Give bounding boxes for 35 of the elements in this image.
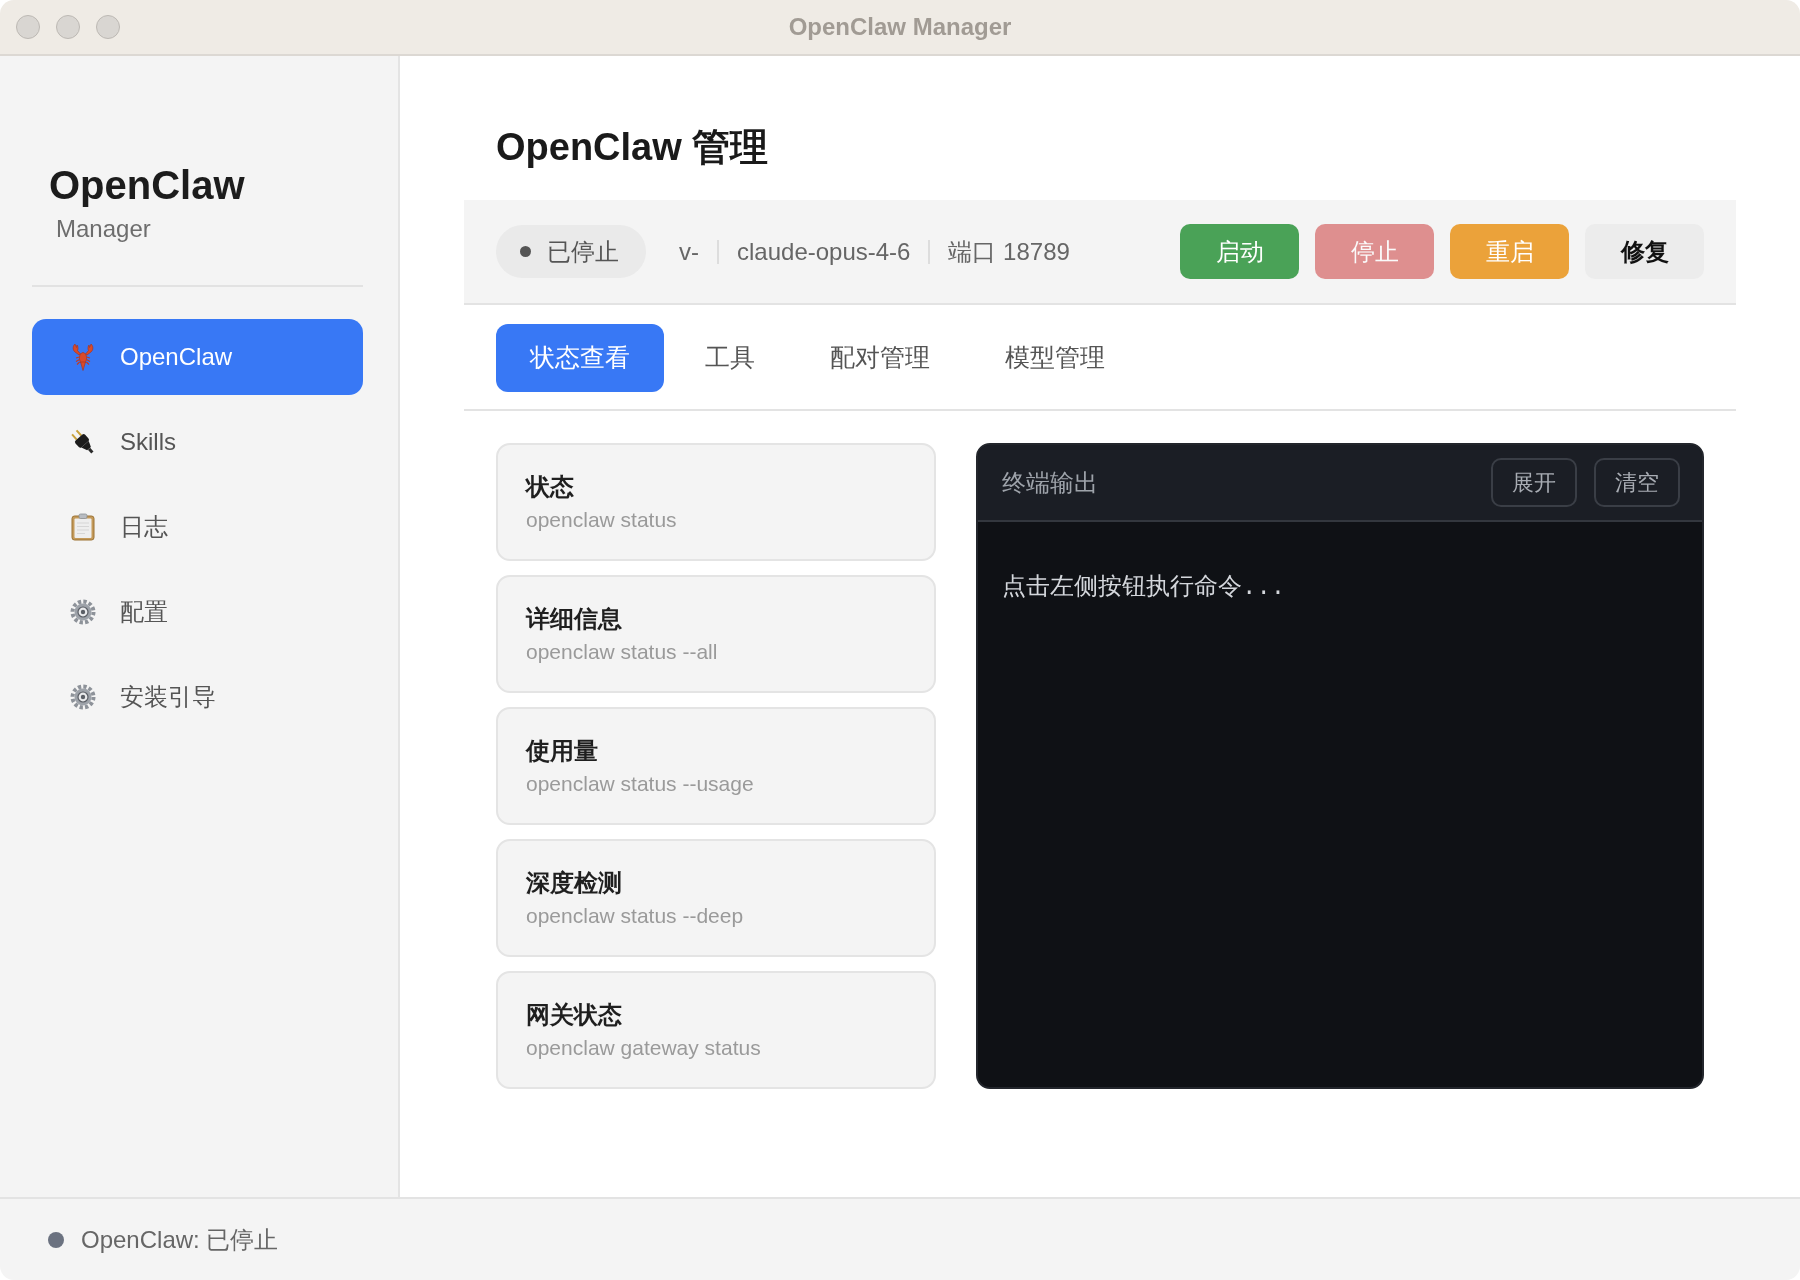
lobster-icon [71, 343, 95, 371]
sidebar-item[interactable]: 日志 [32, 489, 363, 565]
tab[interactable]: 模型管理 [971, 324, 1139, 392]
sidebar-item[interactable]: OpenClaw [32, 319, 363, 395]
command-button[interactable]: 网关状态 openclaw gateway status [496, 971, 936, 1089]
version-text: v- [679, 236, 699, 267]
command-button[interactable]: 详细信息 openclaw status --all [496, 575, 936, 693]
status-bar-text: OpenClaw: 已停止 [81, 1224, 279, 1255]
repair-button[interactable]: 修复 [1585, 224, 1704, 279]
port-text: 端口 18789 [948, 236, 1070, 267]
sidebar-item[interactable]: 配置 [32, 574, 363, 650]
model-text: claude-opus-4-6 [737, 236, 911, 267]
status-text: 已停止 [547, 236, 619, 267]
window-control-button[interactable] [96, 15, 120, 39]
command-button[interactable]: 深度检测 openclaw status --deep [496, 839, 936, 957]
clipboard-icon [71, 513, 95, 541]
clear-button[interactable]: 清空 [1594, 458, 1680, 507]
window-control-button[interactable] [56, 15, 80, 39]
window-title: OpenClaw Manager [788, 12, 1012, 42]
page-title: OpenClaw 管理 [496, 125, 769, 170]
app-logo-title: OpenClaw [48, 162, 245, 209]
command-button[interactable]: 状态 openclaw status [496, 443, 936, 561]
sidebar-item[interactable]: 安装引导 [32, 659, 363, 735]
terminal-output-text: 点击左侧按钮执行命令... [1002, 573, 1286, 603]
tab[interactable]: 状态查看 [496, 324, 664, 392]
sidebar-item[interactable]: Skills [32, 404, 363, 480]
tab[interactable]: 配对管理 [796, 324, 964, 392]
gear-icon [70, 599, 96, 625]
gear-icon [70, 684, 96, 710]
app-logo-subtitle: Manager [56, 214, 151, 243]
command-button[interactable]: 使用量 openclaw status --usage [496, 707, 936, 825]
terminal-title: 终端输出 [1002, 467, 1098, 498]
tab[interactable]: 工具 [671, 324, 789, 392]
window-control-button[interactable] [16, 15, 40, 39]
expand-button[interactable]: 展开 [1491, 458, 1577, 507]
